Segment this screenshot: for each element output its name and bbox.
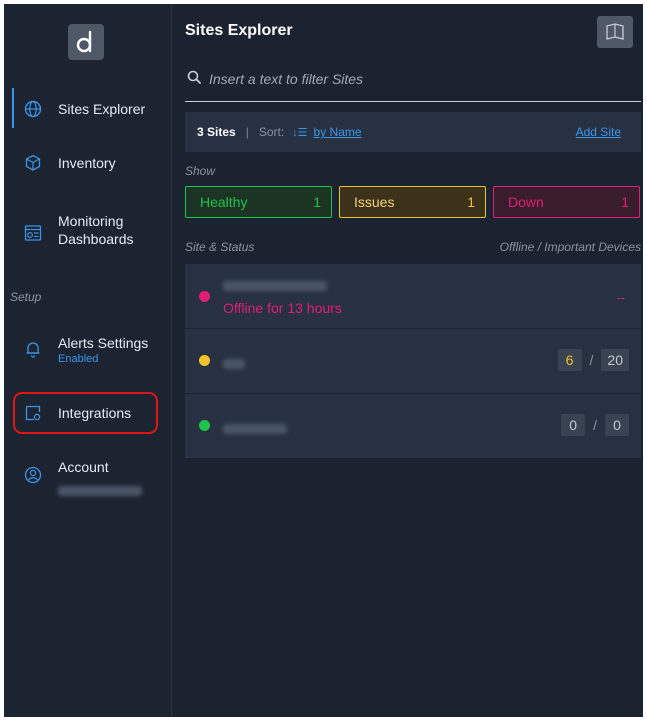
count-separator: /	[593, 417, 597, 433]
active-indicator	[12, 88, 14, 128]
device-counts: 6 / 20	[557, 349, 629, 371]
filter-count: 1	[621, 194, 629, 210]
docs-button[interactable]	[597, 16, 633, 48]
sidebar-item-label: Account	[58, 459, 109, 475]
sites-toolbar: 3 Sites | Sort: ↓☰ by Name Add Site	[185, 112, 641, 152]
sidebar: Sites Explorer Inventory Monitoring Dash…	[4, 4, 172, 717]
sort-order-icon[interactable]: ↓☰	[292, 126, 307, 139]
status-dot-down	[199, 291, 210, 302]
sort-by-name-link[interactable]: by Name	[314, 125, 362, 139]
sidebar-item-label: Inventory	[58, 155, 116, 171]
column-header-devices: Offline / Important Devices	[499, 240, 641, 254]
sidebar-item-text: Alerts Settings Enabled	[58, 334, 148, 366]
important-count: 0	[605, 414, 629, 436]
filter-count: 1	[467, 194, 475, 210]
add-site-link[interactable]: Add Site	[576, 125, 621, 139]
search-bar	[185, 62, 641, 102]
filter-count: 1	[313, 194, 321, 210]
account-name-redacted	[58, 482, 142, 500]
site-name-redacted	[223, 356, 245, 374]
filter-healthy[interactable]: Healthy 1	[185, 186, 332, 218]
toolbar-divider: |	[245, 125, 249, 139]
filter-label: Healthy	[200, 194, 248, 210]
status-dot-issues	[199, 355, 210, 366]
filter-down[interactable]: Down 1	[493, 186, 640, 218]
integrations-highlight	[13, 392, 158, 434]
account-icon	[24, 466, 42, 484]
site-row[interactable]: 0 / 0	[185, 394, 641, 458]
header: Sites Explorer	[173, 4, 643, 56]
site-name-redacted	[223, 278, 327, 296]
boxes-icon	[25, 154, 41, 171]
logo-icon	[76, 30, 92, 53]
column-header-site-status: Site & Status	[185, 240, 255, 254]
device-counts: 0 / 0	[561, 414, 629, 436]
alerts-status-badge: Enabled	[58, 353, 99, 365]
dashboard-icon	[24, 225, 42, 241]
app-logo[interactable]	[68, 24, 104, 60]
search-input[interactable]	[209, 68, 629, 90]
bell-icon	[26, 342, 40, 358]
offline-count: 0	[561, 414, 586, 436]
search-icon	[187, 70, 201, 84]
devices-value: --	[616, 290, 625, 305]
sort-label: Sort:	[258, 125, 285, 139]
offline-count: 6	[557, 349, 582, 371]
setup-section-label: Setup	[10, 290, 42, 304]
filter-label: Issues	[354, 194, 395, 210]
filter-label: Down	[508, 194, 544, 210]
app-window: Sites Explorer Inventory Monitoring Dash…	[4, 4, 643, 717]
important-count: 20	[601, 349, 629, 371]
globe-icon	[24, 100, 42, 118]
book-icon	[606, 23, 624, 40]
page-title: Sites Explorer	[185, 22, 293, 39]
sites-count: 3 Sites	[197, 125, 236, 139]
sidebar-item-label: Sites Explorer	[58, 101, 146, 117]
show-label: Show	[185, 164, 216, 178]
site-row[interactable]: Offline for 13 hours --	[185, 264, 641, 328]
site-name-redacted	[223, 421, 287, 439]
sidebar-item-label: Monitoring Dashboards	[58, 213, 134, 247]
site-row[interactable]: 6 / 20	[185, 329, 641, 393]
site-status-text: Offline for 13 hours	[223, 300, 342, 316]
main-panel: Sites Explorer 3 Sites | Sort: ↓☰ by Nam…	[173, 4, 643, 717]
status-dot-healthy	[199, 420, 210, 431]
sidebar-item-label: Alerts Settings	[58, 335, 149, 351]
count-separator: /	[589, 352, 594, 368]
sidebar-item-text: Account	[58, 458, 142, 500]
filter-issues[interactable]: Issues 1	[339, 186, 486, 218]
